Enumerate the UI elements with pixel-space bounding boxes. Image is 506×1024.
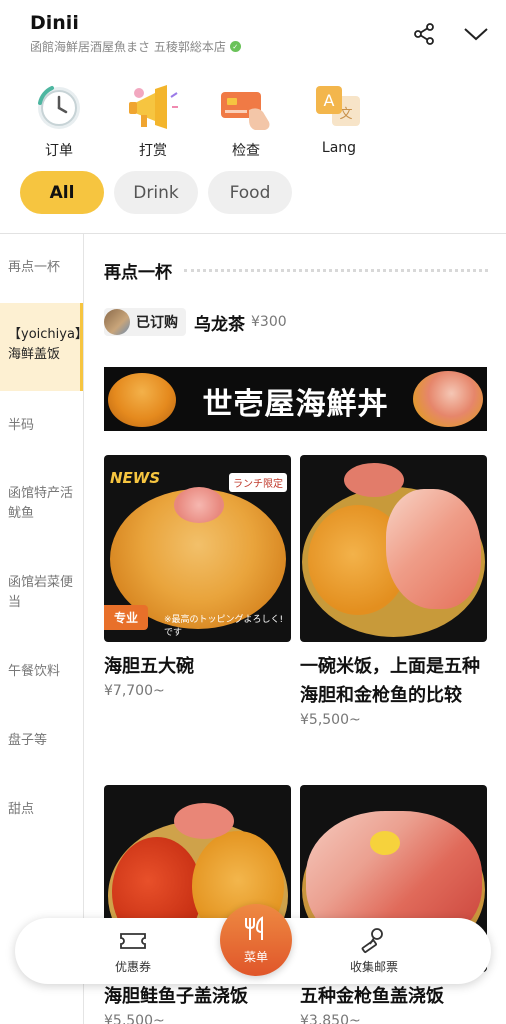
banner-bowl-left — [108, 373, 176, 427]
quick-action-order[interactable]: 订单 — [19, 82, 99, 160]
menu-item-image — [300, 455, 487, 642]
sidebar-item-seafood-bowl[interactable]: 【yoichiya】海鲜盖饭 — [0, 303, 88, 391]
menu-item-price: ¥5,500~ — [300, 712, 361, 728]
menu-item-card[interactable]: 五种金枪鱼盖浇饭 ¥3,850~ — [300, 785, 487, 1024]
menu-item-card[interactable]: 一碗米饭，上面是五种海胆和金枪鱼的比较 ¥5,500~ — [300, 455, 487, 728]
header: Dinii 函館海鮮居酒屋魚まさ 五稜郭総本店 ✓ — [0, 0, 506, 68]
menu-item-name: 海胆五大碗 — [104, 656, 194, 677]
quick-action-language[interactable]: 文A Lang — [299, 82, 379, 156]
ticket-icon — [101, 928, 165, 954]
quick-action-label: 订单 — [45, 143, 73, 159]
menu-item-name: 海胆鲑鱼子盖浇饭 — [104, 986, 248, 1007]
menu-item-price: ¥5,500~ — [104, 1013, 165, 1024]
news-label: NEWS — [110, 469, 161, 487]
section-title: 再点一杯 — [104, 263, 172, 283]
menu-item-price: ¥7,700~ — [104, 683, 165, 699]
clock-icon — [29, 82, 89, 134]
sidebar-item-bento[interactable]: 函馆岩菜便当 — [0, 573, 83, 613]
quick-action-label: 检查 — [232, 143, 260, 159]
category-filters: All Drink Food — [20, 171, 292, 214]
svg-text:A: A — [324, 91, 335, 110]
quick-action-label: Lang — [321, 140, 357, 156]
menu-button-label: 菜单 — [243, 949, 268, 964]
fork-knife-icon — [244, 915, 268, 946]
ordered-label: 已订购 — [136, 315, 178, 331]
share-icon[interactable] — [410, 20, 438, 48]
nav-label: 优惠券 — [114, 960, 151, 974]
verified-icon: ✓ — [229, 41, 241, 52]
card-payment-icon — [216, 82, 276, 134]
megaphone-icon — [123, 82, 183, 134]
ordered-badge: 已订购 — [104, 308, 186, 336]
quick-action-tip[interactable]: 打赏 — [113, 82, 193, 160]
menu-item-image: NEWS ランチ限定 专业 ※最高のトッピングよろしく!です — [104, 455, 291, 642]
menu-item-card[interactable]: NEWS ランチ限定 专业 ※最高のトッピングよろしく!です 海胆五大碗 ¥7,… — [104, 455, 291, 699]
avatar — [104, 309, 130, 335]
sidebar-item-lunch-drinks[interactable]: 午餐饮料 — [0, 662, 83, 682]
sidebar-item-plates[interactable]: 盘子等 — [0, 731, 83, 751]
menu-item-name: 一碗米饭，上面是五种海胆和金枪鱼的比较 — [300, 656, 480, 706]
bowl-topping — [174, 487, 224, 523]
menu-content: 再点一杯 已订购 乌龙茶 ¥300 世壱屋海鮮丼 NEWS ランチ限定 专业 ※… — [84, 234, 506, 1024]
promo-banner[interactable]: 世壱屋海鮮丼 — [104, 367, 487, 431]
reorder-row[interactable]: 已订购 乌龙茶 ¥300 — [104, 308, 287, 336]
menu-item-name: 五种金枪鱼盖浇饭 — [300, 986, 444, 1007]
quick-action-label: 打赏 — [139, 143, 167, 159]
nav-coupons[interactable]: 优惠券 — [101, 928, 165, 975]
reorder-item-name: 乌龙茶 — [194, 314, 245, 335]
image-caption: ※最高のトッピングよろしく!です — [164, 615, 284, 638]
category-sidebar: 再点一杯 【yoichiya】海鲜盖饭 半码 函馆特产活鱿鱼 函馆岩菜便当 午餐… — [0, 234, 88, 1024]
quick-action-check[interactable]: 检查 — [206, 82, 286, 160]
filter-all[interactable]: All — [20, 171, 104, 214]
filter-drink[interactable]: Drink — [114, 171, 198, 214]
quick-actions: 订单 打赏 检查 文A Lang — [0, 82, 506, 164]
stamp-icon — [339, 928, 409, 954]
chevron-down-icon[interactable] — [462, 20, 490, 48]
banner-title: 世壱屋海鮮丼 — [202, 387, 389, 422]
sidebar-item-half[interactable]: 半码 — [0, 416, 83, 436]
reorder-item-price: ¥300 — [251, 314, 287, 330]
tuna-topping — [386, 489, 481, 609]
sidebar-item-squid[interactable]: 函馆特产活鱿鱼 — [0, 484, 83, 524]
header-actions — [410, 20, 490, 48]
store-name: 函館海鮮居酒屋魚まさ 五稜郭総本店 — [30, 40, 226, 54]
promo-label: ランチ限定 — [229, 473, 287, 492]
egg-topping — [370, 831, 400, 855]
tuna-slice — [344, 463, 404, 497]
sidebar-item-dessert[interactable]: 甜点 — [0, 800, 83, 820]
menu-item-price: ¥3,850~ — [300, 1013, 361, 1024]
nav-label: 收集邮票 — [349, 960, 398, 974]
banner-bowl-right — [413, 371, 483, 427]
sidebar-item-reorder[interactable]: 再点一杯 — [0, 258, 83, 278]
pro-tag: 专业 — [104, 605, 149, 630]
nav-stamps[interactable]: 收集邮票 — [339, 928, 409, 975]
filter-food[interactable]: Food — [208, 171, 292, 214]
tuna-slice — [174, 803, 234, 839]
dotted-divider — [184, 269, 488, 272]
translate-icon: 文A — [309, 82, 369, 134]
section-header: 再点一杯 — [104, 258, 488, 283]
menu-button[interactable]: 菜单 — [220, 904, 292, 976]
